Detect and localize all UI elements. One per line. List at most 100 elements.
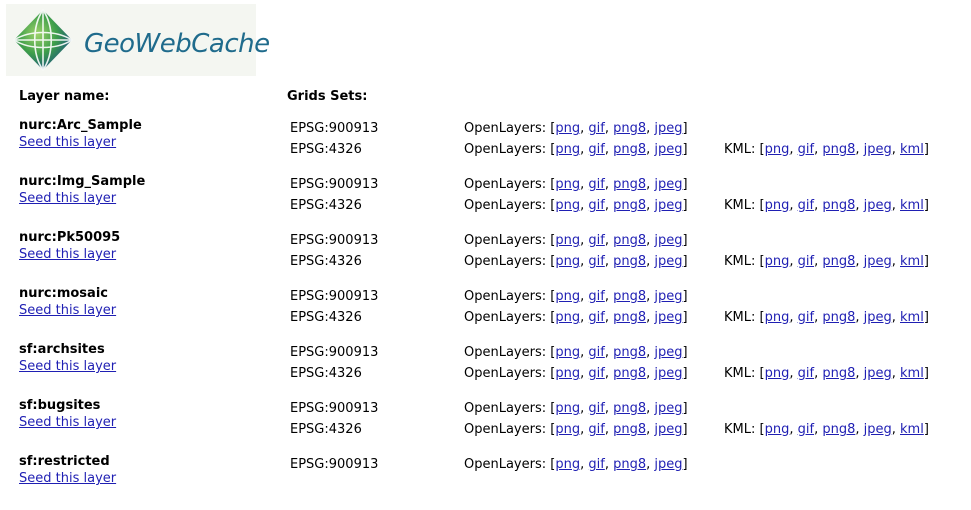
grid-set-row: EPSG:900913 OpenLayers: [png, gif, png8, … [0, 289, 971, 309]
openlayers-jpeg-link[interactable]: jpeg [654, 345, 682, 360]
openlayers-jpeg-link[interactable]: jpeg [654, 366, 682, 381]
openlayers-png-link[interactable]: png [555, 233, 580, 248]
kml-jpeg-link[interactable]: jpeg [864, 254, 892, 269]
layer-row: nurc:Img_Sample Seed this layer EPSG:90091… [0, 174, 971, 230]
openlayers-gif-link[interactable]: gif [588, 142, 604, 157]
openlayers-png8-link[interactable]: png8 [613, 457, 646, 472]
openlayers-links: OpenLayers: [png, gif, png8, jpeg] [464, 198, 688, 213]
openlayers-png8-link[interactable]: png8 [613, 401, 646, 416]
openlayers-gif-link[interactable]: gif [588, 177, 604, 192]
kml-gif-link[interactable]: gif [798, 254, 814, 269]
openlayers-png-link[interactable]: png [555, 254, 580, 269]
grid-set-name: EPSG:900913 [290, 177, 379, 192]
openlayers-gif-link[interactable]: gif [588, 121, 604, 136]
kml-jpeg-link[interactable]: jpeg [864, 198, 892, 213]
grid-set-name: EPSG:4326 [290, 422, 362, 437]
grid-set-row: EPSG:4326 OpenLayers: [png, gif, png8, jp… [0, 366, 971, 386]
kml-jpeg-link[interactable]: jpeg [864, 366, 892, 381]
openlayers-png8-link[interactable]: png8 [613, 177, 646, 192]
globe-grid-icon [13, 9, 73, 71]
openlayers-png-link[interactable]: png [555, 289, 580, 304]
kml-png8-link[interactable]: png8 [822, 142, 855, 157]
openlayers-png-link[interactable]: png [555, 366, 580, 381]
kml-png-link[interactable]: png [765, 142, 790, 157]
kml-png-link[interactable]: png [765, 198, 790, 213]
kml-jpeg-link[interactable]: jpeg [864, 422, 892, 437]
openlayers-png8-link[interactable]: png8 [613, 289, 646, 304]
kml-kml-link[interactable]: kml [900, 198, 924, 213]
openlayers-png8-link[interactable]: png8 [613, 121, 646, 136]
openlayers-jpeg-link[interactable]: jpeg [654, 254, 682, 269]
kml-png-link[interactable]: png [765, 254, 790, 269]
openlayers-gif-link[interactable]: gif [588, 254, 604, 269]
kml-png-link[interactable]: png [765, 366, 790, 381]
kml-gif-link[interactable]: gif [798, 198, 814, 213]
grid-set-name: EPSG:900913 [290, 233, 379, 248]
kml-png8-link[interactable]: png8 [822, 310, 855, 325]
openlayers-gif-link[interactable]: gif [588, 310, 604, 325]
openlayers-png-link[interactable]: png [555, 121, 580, 136]
openlayers-png-link[interactable]: png [555, 401, 580, 416]
kml-kml-link[interactable]: kml [900, 254, 924, 269]
openlayers-gif-link[interactable]: gif [588, 401, 604, 416]
openlayers-links: OpenLayers: [png, gif, png8, jpeg] [464, 310, 688, 325]
kml-kml-link[interactable]: kml [900, 142, 924, 157]
kml-kml-link[interactable]: kml [900, 366, 924, 381]
openlayers-gif-link[interactable]: gif [588, 366, 604, 381]
kml-jpeg-link[interactable]: jpeg [864, 310, 892, 325]
openlayers-png-link[interactable]: png [555, 422, 580, 437]
openlayers-png8-link[interactable]: png8 [613, 422, 646, 437]
kml-kml-link[interactable]: kml [900, 422, 924, 437]
kml-png8-link[interactable]: png8 [822, 366, 855, 381]
kml-jpeg-link[interactable]: jpeg [864, 142, 892, 157]
geowebcache-logo: GeoWebCache [6, 4, 270, 76]
kml-gif-link[interactable]: gif [798, 422, 814, 437]
openlayers-jpeg-link[interactable]: jpeg [654, 198, 682, 213]
openlayers-png8-link[interactable]: png8 [613, 345, 646, 360]
grid-set-row: EPSG:900913 OpenLayers: [png, gif, png8, … [0, 457, 971, 477]
grid-set-row: EPSG:900913 OpenLayers: [png, gif, png8, … [0, 401, 971, 421]
openlayers-jpeg-link[interactable]: jpeg [654, 121, 682, 136]
kml-png8-link[interactable]: png8 [822, 198, 855, 213]
openlayers-gif-link[interactable]: gif [588, 422, 604, 437]
openlayers-jpeg-link[interactable]: jpeg [654, 233, 682, 248]
openlayers-gif-link[interactable]: gif [588, 233, 604, 248]
openlayers-jpeg-link[interactable]: jpeg [654, 142, 682, 157]
openlayers-png8-link[interactable]: png8 [613, 366, 646, 381]
layer-row: sf:archsites Seed this layer EPSG:900913 Op… [0, 342, 971, 398]
kml-label: KML: [724, 422, 756, 437]
openlayers-gif-link[interactable]: gif [588, 198, 604, 213]
kml-gif-link[interactable]: gif [798, 366, 814, 381]
kml-png-link[interactable]: png [765, 422, 790, 437]
openlayers-gif-link[interactable]: gif [588, 457, 604, 472]
kml-gif-link[interactable]: gif [798, 142, 814, 157]
kml-png-link[interactable]: png [765, 310, 790, 325]
openlayers-label: OpenLayers: [464, 121, 547, 136]
kml-png8-link[interactable]: png8 [822, 254, 855, 269]
openlayers-png-link[interactable]: png [555, 198, 580, 213]
openlayers-jpeg-link[interactable]: jpeg [654, 177, 682, 192]
kml-kml-link[interactable]: kml [900, 310, 924, 325]
kml-png8-link[interactable]: png8 [822, 422, 855, 437]
openlayers-links: OpenLayers: [png, gif, png8, jpeg] [464, 366, 688, 381]
openlayers-label: OpenLayers: [464, 310, 547, 325]
openlayers-png-link[interactable]: png [555, 457, 580, 472]
openlayers-jpeg-link[interactable]: jpeg [654, 422, 682, 437]
openlayers-gif-link[interactable]: gif [588, 289, 604, 304]
openlayers-png8-link[interactable]: png8 [613, 233, 646, 248]
openlayers-png8-link[interactable]: png8 [613, 198, 646, 213]
openlayers-jpeg-link[interactable]: jpeg [654, 289, 682, 304]
openlayers-jpeg-link[interactable]: jpeg [654, 401, 682, 416]
openlayers-png-link[interactable]: png [555, 345, 580, 360]
openlayers-jpeg-link[interactable]: jpeg [654, 310, 682, 325]
openlayers-png8-link[interactable]: png8 [613, 310, 646, 325]
kml-gif-link[interactable]: gif [798, 310, 814, 325]
openlayers-links: OpenLayers: [png, gif, png8, jpeg] [464, 142, 688, 157]
openlayers-png-link[interactable]: png [555, 177, 580, 192]
openlayers-png8-link[interactable]: png8 [613, 254, 646, 269]
openlayers-gif-link[interactable]: gif [588, 345, 604, 360]
openlayers-png-link[interactable]: png [555, 310, 580, 325]
openlayers-png8-link[interactable]: png8 [613, 142, 646, 157]
openlayers-png-link[interactable]: png [555, 142, 580, 157]
openlayers-jpeg-link[interactable]: jpeg [654, 457, 682, 472]
